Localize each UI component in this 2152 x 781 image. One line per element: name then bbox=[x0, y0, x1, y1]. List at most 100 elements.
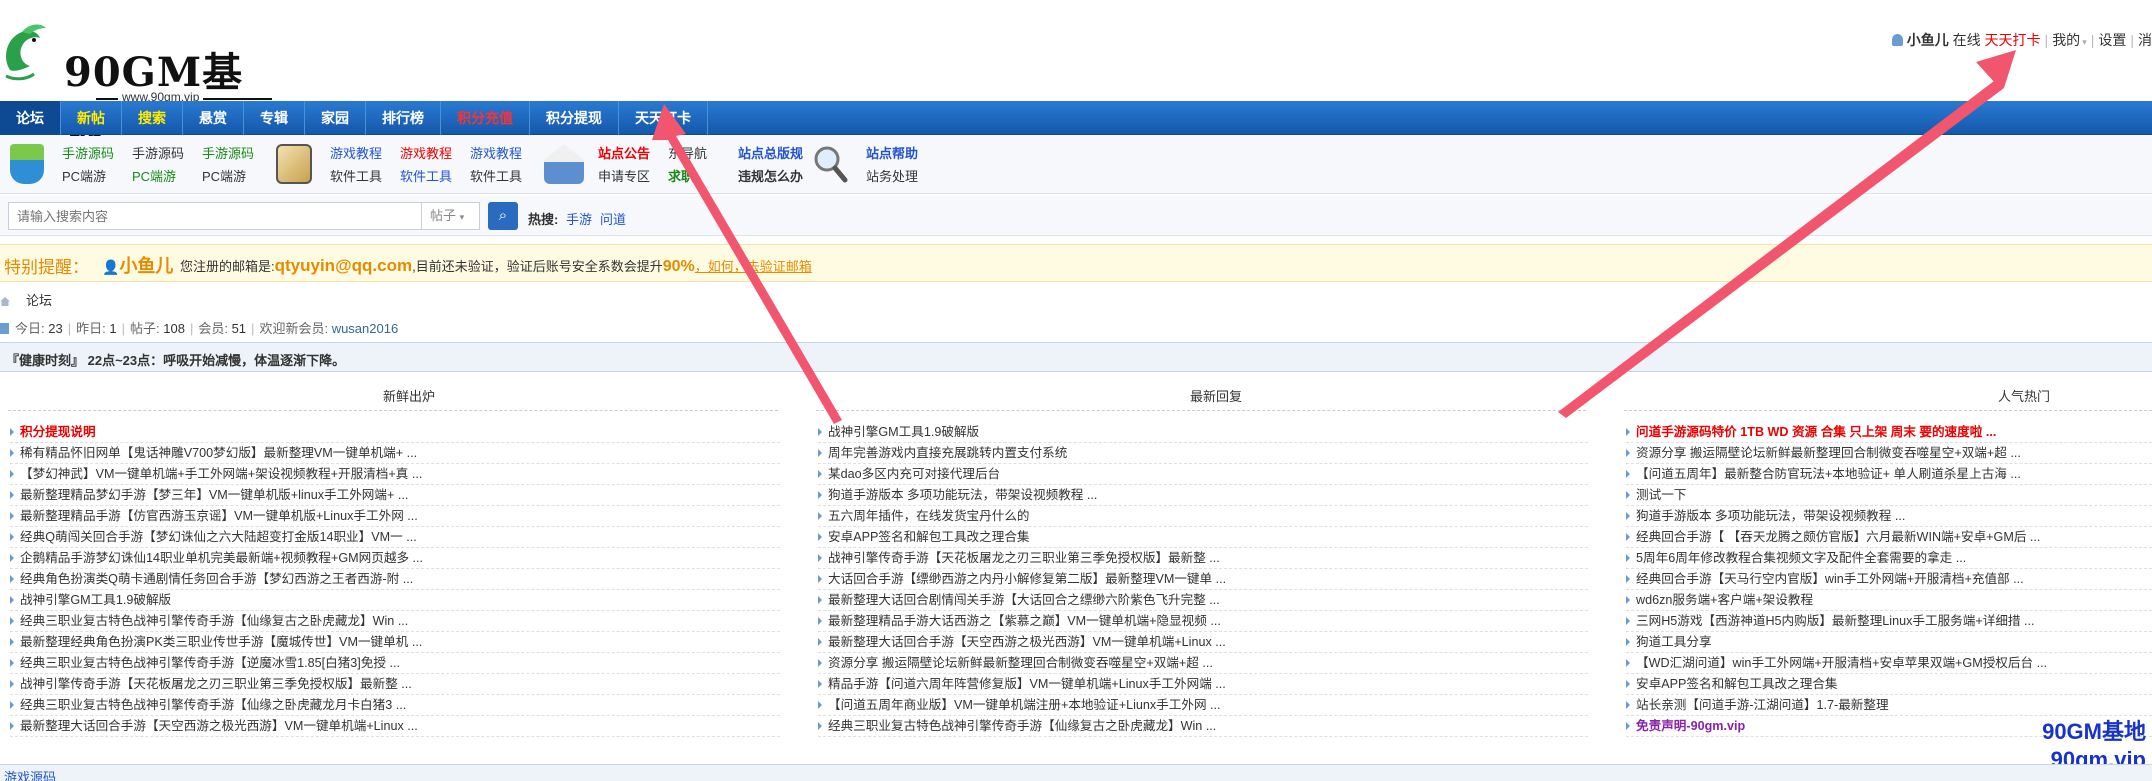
quick-pc-game-1[interactable]: PC端游 bbox=[62, 166, 106, 185]
quick-pc-game-2[interactable]: PC端游 bbox=[132, 166, 176, 185]
nav-forum[interactable]: 论坛 bbox=[0, 101, 60, 135]
list-item[interactable]: 稀有精品怀旧网单【鬼话神雕V700梦幻版】最新整理VM一键单机端+ ... bbox=[10, 443, 780, 464]
nav-new-posts[interactable]: 新帖 bbox=[61, 101, 121, 135]
site-logo[interactable]: 90GM基地 www.90gm.vip bbox=[0, 18, 280, 154]
list-item[interactable]: 狗道手游版本 多项功能玩法，带架设视频教程 ... bbox=[1626, 506, 2152, 527]
list-item[interactable]: 大话回合手游【缥缈西游之内丹小解修复第二版】最新整理VM一键单 ... bbox=[818, 569, 1588, 590]
search-input[interactable] bbox=[8, 202, 422, 230]
list-item[interactable]: 资源分享 搬运隔壁论坛新鲜最新整理回合制微变吞噬星空+双端+超 ... bbox=[1626, 443, 2152, 464]
hot-search-item[interactable]: 问道 bbox=[600, 209, 626, 228]
quick-jobs[interactable]: 求职 bbox=[668, 166, 694, 185]
bullet-icon bbox=[818, 554, 822, 562]
list-item[interactable]: 经典三职业复古特色战神引擎传奇手游【逆魔冰雪1.85[白猪3]免授 ... bbox=[10, 653, 780, 674]
list-item[interactable]: 经典三职业复古特色战神引擎传奇手游【仙缘之卧虎藏龙月卡白猪3 ... bbox=[10, 695, 780, 716]
list-item[interactable]: 【WD汇湖问道】win手工外网端+开服清档+安卓苹果双端+GM授权后台 ... bbox=[1626, 653, 2152, 674]
nav-albums[interactable]: 专辑 bbox=[244, 101, 304, 135]
quick-site-affairs[interactable]: 站务处理 bbox=[866, 166, 918, 185]
list-item[interactable]: 经典三职业复古特色战神引擎传奇手游【仙缘复古之卧虎藏龙】Win ... bbox=[818, 716, 1588, 737]
bullet-icon bbox=[10, 533, 14, 541]
my-menu[interactable]: 我的 bbox=[2052, 32, 2080, 48]
nav-home[interactable]: 家园 bbox=[305, 101, 365, 135]
list-item[interactable]: 战神引擎GM工具1.9破解版 bbox=[10, 590, 780, 611]
nav-points-withdraw[interactable]: 积分提现 bbox=[530, 101, 618, 135]
list-item[interactable]: 最新整理大话回合剧情闯关手游【大话回合之缥缈六阶紫色飞升完整 ... bbox=[818, 590, 1588, 611]
list-item[interactable]: 经典回合手游【天马行空内官版】win手工外网端+开服清档+充值部 ... bbox=[1626, 569, 2152, 590]
forum-stats: 今日: 23 | 昨日: 1 | 帖子: 108 | 会员: 51 | 欢迎新会员: wusan… bbox=[0, 318, 398, 337]
list-item[interactable]: 最新整理经典角色扮演PK类三职业传世手游【魔城传世】VM一键单机 ... bbox=[10, 632, 780, 653]
breadcrumb-forum[interactable]: 论坛 bbox=[26, 293, 52, 308]
list-item[interactable]: 最新整理精品梦幻手游【梦三年】VM一键单机版+linux手工外网端+ ... bbox=[10, 485, 780, 506]
quick-mobile-source-1[interactable]: 手游源码 bbox=[62, 143, 114, 162]
checkin-link[interactable]: 天天打卡 bbox=[1985, 32, 2041, 48]
nav-search[interactable]: 搜索 bbox=[122, 101, 182, 135]
list-item[interactable]: 最新整理精品手游大话西游之【紫慕之巅】VM一键单机端+隐显视频 ... bbox=[818, 611, 1588, 632]
nav-bounty[interactable]: 悬赏 bbox=[183, 101, 243, 135]
username-link[interactable]: 小鱼儿 bbox=[1907, 32, 1949, 48]
list-item-title: 最新整理经典角色扮演PK类三职业传世手游【魔城传世】VM一键单机 ... bbox=[20, 635, 423, 649]
list-item[interactable]: 【问道五周年】最新整合防官玩法+本地验证+ 单人刷道杀星上古海 ... bbox=[1626, 464, 2152, 485]
col-title-latest-reply[interactable]: 最新回复 bbox=[1190, 386, 1242, 405]
quick-nav[interactable]: 东导航 bbox=[668, 143, 707, 162]
quick-tutorial-1[interactable]: 游戏教程 bbox=[330, 143, 382, 162]
list-item[interactable]: 最新整理大话回合手游【天空西游之极光西游】VM一键单机端+Linux ... bbox=[10, 716, 780, 737]
nav-daily-checkin[interactable]: 天天打卡 bbox=[619, 101, 707, 135]
quick-violations[interactable]: 违规怎么办 bbox=[738, 166, 803, 185]
list-item[interactable]: 经典Q萌闯关回合手游【梦幻诛仙之六大陆超变打金版14职业】VM一 ... bbox=[10, 527, 780, 548]
quick-mobile-source-2[interactable]: 手游源码 bbox=[132, 143, 184, 162]
list-item[interactable]: 战神引擎传奇手游【天花板屠龙之刃三职业第三季免授权版】最新整 ... bbox=[10, 674, 780, 695]
list-item[interactable]: 狗道工具分享 bbox=[1626, 632, 2152, 653]
list-item[interactable]: 狗道手游版本 多项功能玩法，带架设视频教程 ... bbox=[818, 485, 1588, 506]
col-title-fresh[interactable]: 新鲜出炉 bbox=[383, 386, 435, 405]
list-item[interactable]: wd6zn服务端+客户端+架设教程 bbox=[1626, 590, 2152, 611]
list-item[interactable]: 经典回合手游【 【吞天龙腾之颇仿官版】六月最新WIN端+安卓+GM后 ... bbox=[1626, 527, 2152, 548]
list-item[interactable]: 经典三职业复古特色战神引擎传奇手游【仙缘复古之卧虎藏龙】Win ... bbox=[10, 611, 780, 632]
list-item[interactable]: 安卓APP签名和解包工具改之理合集 bbox=[818, 527, 1588, 548]
search-type-select[interactable]: 帖子 ▾ bbox=[422, 202, 480, 230]
new-member-link[interactable]: wusan2016 bbox=[332, 321, 399, 336]
search-button[interactable]: ⌕ bbox=[488, 202, 518, 230]
list-item[interactable]: 最新整理精品手游【仿官西游玉京谣】VM一键单机版+Linux手工外网 ... bbox=[10, 506, 780, 527]
bullet-icon bbox=[10, 701, 14, 709]
quick-tutorial-2[interactable]: 游戏教程 bbox=[400, 143, 452, 162]
list-item[interactable]: 5周年6周年修改教程合集视频文字及配件全套需要的拿走 ... bbox=[1626, 548, 2152, 569]
quick-pc-game-3[interactable]: PC端游 bbox=[202, 166, 246, 185]
quick-site-help[interactable]: 站点帮助 bbox=[866, 143, 918, 162]
list-item[interactable]: 经典角色扮演类Q萌卡通剧情任务回合手游【梦幻西游之王者西游-附 ... bbox=[10, 569, 780, 590]
quick-tools-3[interactable]: 软件工具 bbox=[470, 166, 522, 185]
list-item[interactable]: 三网H5游戏【西游神道H5内购版】最新整理Linux手工服务端+详细措 ... bbox=[1626, 611, 2152, 632]
notice-email: qtyuyin@qq.com bbox=[274, 256, 413, 275]
list-item[interactable]: 企鹅精品手游梦幻诛仙14职业单机完美最新端+视频教程+GM网页越多 ... bbox=[10, 548, 780, 569]
nav-ranking[interactable]: 排行榜 bbox=[366, 101, 440, 135]
list-item[interactable]: 【梦幻神武】VM一键单机端+手工外网端+架设视频教程+开服清档+真 ... bbox=[10, 464, 780, 485]
settings-link[interactable]: 设置 bbox=[2098, 32, 2126, 48]
list-item[interactable]: 周年完善游戏内直接充展跳转内置支付系统 bbox=[818, 443, 1588, 464]
list-item[interactable]: 积分提现说明 bbox=[10, 422, 780, 443]
quick-tools-1[interactable]: 软件工具 bbox=[330, 166, 382, 185]
quick-mobile-source-3[interactable]: 手游源码 bbox=[202, 143, 254, 162]
messages-link[interactable]: 消 bbox=[2138, 32, 2152, 48]
col-title-hot[interactable]: 人气热门 bbox=[1998, 386, 2050, 405]
list-item[interactable]: 战神引擎传奇手游【天花板屠龙之刃三职业第三季免授权版】最新整 ... bbox=[818, 548, 1588, 569]
quick-tutorial-3[interactable]: 游戏教程 bbox=[470, 143, 522, 162]
section-game-source[interactable]: 游戏源码 bbox=[4, 767, 56, 781]
list-item[interactable]: 最新整理大话回合手游【天空西游之极光西游】VM一键单机端+Linux ... bbox=[818, 632, 1588, 653]
hot-search-item[interactable]: 手游 bbox=[566, 209, 592, 228]
list-item[interactable]: 五六周年插件，在线发货宝丹什么的 bbox=[818, 506, 1588, 527]
verify-email-link[interactable]: ，如何，去验证邮箱 bbox=[695, 259, 812, 274]
list-item[interactable]: 某dao多区内充可对接代理后台 bbox=[818, 464, 1588, 485]
home-icon[interactable] bbox=[0, 297, 10, 306]
quick-apply-zone[interactable]: 申请专区 bbox=[598, 166, 650, 185]
list-item[interactable]: 测试一下 bbox=[1626, 485, 2152, 506]
list-item-title: 某dao多区内充可对接代理后台 bbox=[828, 467, 1001, 481]
list-item[interactable]: 问道手游源码特价 1TB WD 资源 合集 只上架 周末 要的速度啦 ... bbox=[1626, 422, 2152, 443]
quick-site-notice[interactable]: 站点公告 bbox=[598, 143, 650, 162]
list-item[interactable]: 精品手游【问道六周年阵营修复版】VM一键单机端+Linux手工外网端 ... bbox=[818, 674, 1588, 695]
nav-points-recharge[interactable]: 积分充值 bbox=[441, 101, 529, 135]
quick-site-rules[interactable]: 站点总版规 bbox=[738, 143, 803, 162]
list-item[interactable]: 资源分享 搬运隔壁论坛新鲜最新整理回合制微变吞噬星空+双端+超 ... bbox=[818, 653, 1588, 674]
list-item[interactable]: 【问道五周年商业版】VM一键单机端注册+本地验证+Liunx手工外网 ... bbox=[818, 695, 1588, 716]
quick-tools-2[interactable]: 软件工具 bbox=[400, 166, 452, 185]
list-item[interactable]: 站长亲测【问道手游-江湖问道】1.7-最新整理 bbox=[1626, 695, 2152, 716]
list-item[interactable]: 战神引擎GM工具1.9破解版 bbox=[818, 422, 1588, 443]
list-item[interactable]: 安卓APP签名和解包工具改之理合集 bbox=[1626, 674, 2152, 695]
